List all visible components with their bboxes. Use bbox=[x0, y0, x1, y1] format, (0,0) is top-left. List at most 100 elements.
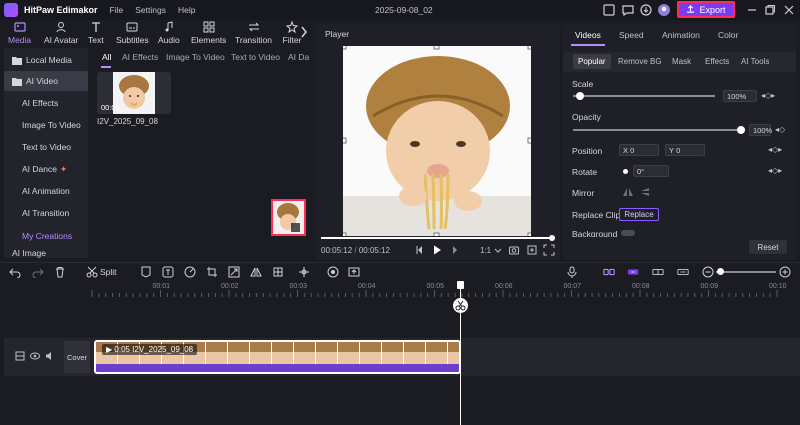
record-icon[interactable] bbox=[327, 266, 339, 278]
upload-icon[interactable] bbox=[348, 266, 360, 278]
sidebar-item-ai-image[interactable]: AI Image bbox=[4, 248, 88, 258]
chevron-right-icon[interactable] bbox=[300, 26, 308, 38]
aspect-ratio[interactable]: 1:1 bbox=[480, 246, 491, 255]
maximize-icon[interactable] bbox=[763, 3, 777, 17]
media-item-thumbnail[interactable]: 00:05 bbox=[97, 72, 171, 114]
tab-transition[interactable]: Transition bbox=[235, 20, 272, 46]
position-y-input[interactable]: Y 0 bbox=[665, 144, 705, 156]
dragging-thumbnail[interactable] bbox=[271, 199, 306, 236]
fullscreen-icon[interactable] bbox=[543, 244, 555, 256]
subtab-remove-bg[interactable]: Remove BG bbox=[618, 57, 662, 66]
subtab-ai-dance[interactable]: AI Da bbox=[288, 52, 310, 62]
player-progress-bar[interactable] bbox=[321, 237, 555, 239]
link-icon[interactable] bbox=[603, 266, 615, 278]
video-clip[interactable]: ▶ 0:05 I2V_2025_09_08 bbox=[94, 340, 461, 374]
download-icon[interactable] bbox=[639, 3, 653, 17]
tab-videos[interactable]: Videos bbox=[575, 30, 601, 40]
delete-icon[interactable] bbox=[54, 266, 66, 278]
cover-button[interactable]: Cover bbox=[64, 341, 90, 373]
tab-elements[interactable]: Elements bbox=[191, 20, 226, 46]
stabilize-icon[interactable] bbox=[298, 266, 310, 278]
sidebar-item-ai-dance[interactable]: AI Dance ✦ bbox=[4, 159, 88, 179]
subtab-mask[interactable]: Mask bbox=[672, 57, 691, 66]
next-frame-icon[interactable] bbox=[449, 244, 461, 256]
chevron-down-icon[interactable] bbox=[492, 244, 504, 256]
position-x-input[interactable]: X 0 bbox=[619, 144, 659, 156]
track-lock-icon[interactable] bbox=[15, 351, 25, 361]
subtab-all[interactable]: All bbox=[102, 52, 111, 62]
feedback-icon[interactable] bbox=[621, 3, 635, 17]
minimize-icon[interactable] bbox=[745, 3, 759, 17]
snapshot-icon[interactable] bbox=[508, 244, 520, 256]
subtab-effects[interactable]: Effects bbox=[705, 57, 729, 66]
crop-tool-icon[interactable] bbox=[206, 266, 218, 278]
mirror-horizontal-icon[interactable] bbox=[621, 186, 635, 198]
fit-timeline-icon[interactable] bbox=[677, 266, 689, 278]
keyframe-icon[interactable]: ◂◇▸ bbox=[768, 166, 782, 175]
snap-icon[interactable] bbox=[627, 266, 639, 278]
microphone-icon[interactable] bbox=[566, 266, 578, 278]
sidebar-item-image-to-video[interactable]: Image To Video bbox=[4, 115, 88, 135]
play-icon[interactable] bbox=[431, 244, 443, 256]
menu-settings[interactable]: Settings bbox=[135, 5, 166, 15]
playhead-handle[interactable] bbox=[457, 281, 464, 289]
tab-ai-avatar[interactable]: AI Avatar bbox=[44, 20, 78, 46]
eye-icon[interactable] bbox=[30, 351, 40, 361]
opacity-slider[interactable] bbox=[573, 129, 741, 131]
player-progress-knob[interactable] bbox=[549, 235, 555, 241]
scale-slider[interactable] bbox=[573, 95, 715, 97]
menu-file[interactable]: File bbox=[110, 5, 124, 15]
sidebar-item-ai-effects[interactable]: AI Effects bbox=[4, 93, 88, 113]
sidebar-item-text-to-video[interactable]: Text to Video bbox=[4, 137, 88, 157]
menu-help[interactable]: Help bbox=[178, 5, 195, 15]
tab-speed[interactable]: Speed bbox=[619, 30, 644, 40]
avatar-icon[interactable] bbox=[657, 3, 671, 17]
resize-icon[interactable] bbox=[228, 266, 240, 278]
keyframe-icon[interactable]: ◂◇▸ bbox=[761, 91, 775, 100]
zoom-out-icon[interactable] bbox=[702, 266, 714, 278]
timeline-ruler[interactable]: 00:01 00:02 00:03 00:04 00:05 00:06 00:07 00:08… bbox=[62, 281, 800, 297]
tab-animation[interactable]: Animation bbox=[662, 30, 700, 40]
undo-icon[interactable] bbox=[9, 266, 21, 278]
redo-icon[interactable] bbox=[32, 266, 44, 278]
rotate-dial[interactable] bbox=[623, 169, 628, 174]
sidebar-item-ai-transition[interactable]: AI Transition bbox=[4, 203, 88, 223]
keyframe-icon[interactable]: ◂◇ bbox=[775, 125, 785, 134]
subtab-image-to-video[interactable]: Image To Video bbox=[166, 52, 225, 62]
subtab-ai-tools[interactable]: AI Tools bbox=[741, 57, 769, 66]
scissor-icon[interactable] bbox=[453, 298, 468, 313]
prev-frame-icon[interactable] bbox=[414, 244, 426, 256]
subtab-popular[interactable]: Popular bbox=[573, 54, 611, 69]
marker-icon[interactable] bbox=[140, 266, 152, 278]
sidebar-item-local-media[interactable]: Local Media bbox=[4, 50, 88, 70]
subtab-ai-effects[interactable]: AI Effects bbox=[122, 52, 158, 62]
adjust-icon[interactable] bbox=[272, 266, 284, 278]
flip-icon[interactable] bbox=[250, 266, 262, 278]
tab-media[interactable]: Media bbox=[8, 20, 31, 46]
text-tool-icon[interactable] bbox=[162, 266, 174, 278]
sidebar-item-my-creations[interactable]: My Creations bbox=[4, 226, 88, 246]
tab-filter[interactable]: Filter bbox=[282, 20, 302, 46]
background-toggle[interactable] bbox=[621, 230, 635, 236]
tab-color[interactable]: Color bbox=[718, 30, 738, 40]
track-split-icon[interactable] bbox=[652, 266, 664, 278]
close-icon[interactable] bbox=[782, 3, 796, 17]
keyframe-icon[interactable]: ◂◇▸ bbox=[768, 145, 782, 154]
tab-audio[interactable]: Audio bbox=[158, 20, 180, 46]
sidebar-item-ai-video[interactable]: AI Video bbox=[4, 71, 88, 91]
scale-input[interactable]: 100% bbox=[723, 90, 757, 102]
tab-text[interactable]: Text bbox=[88, 20, 104, 46]
export-button[interactable]: Export bbox=[677, 1, 735, 18]
zoom-slider-knob[interactable] bbox=[717, 268, 724, 275]
tab-subtitles[interactable]: Subtitles bbox=[116, 20, 149, 46]
subtab-text-to-video[interactable]: Text to Video bbox=[231, 52, 280, 62]
zoom-slider[interactable] bbox=[716, 271, 776, 273]
split-label[interactable]: Split bbox=[100, 267, 117, 277]
rotate-input[interactable]: 0° bbox=[633, 165, 669, 177]
zoom-in-icon[interactable] bbox=[779, 266, 791, 278]
sidebar-item-ai-animation[interactable]: AI Animation bbox=[4, 181, 88, 201]
reset-button[interactable]: Reset bbox=[749, 240, 787, 254]
opacity-input[interactable]: 100% bbox=[749, 124, 772, 136]
scale-slider-knob[interactable] bbox=[576, 92, 585, 100]
speaker-icon[interactable] bbox=[45, 351, 55, 361]
